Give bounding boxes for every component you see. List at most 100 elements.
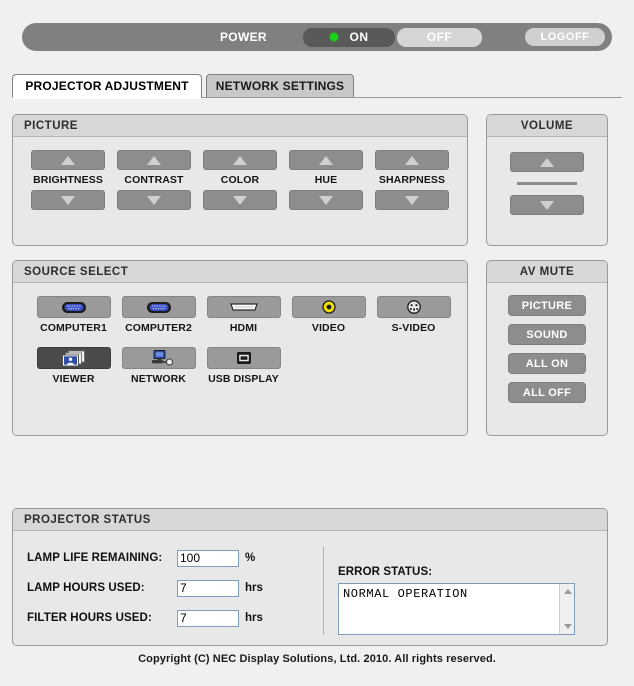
down-triangle-icon (405, 195, 419, 205)
scroll-up-button[interactable] (560, 584, 574, 599)
tab-active-mask (13, 97, 201, 99)
lamp-life-value[interactable] (177, 549, 239, 567)
brightness-down-button[interactable] (31, 190, 105, 210)
source-viewer-label: VIEWER (52, 373, 95, 385)
error-status-box[interactable]: NORMAL OPERATION (338, 583, 575, 635)
source-item-viewer: VIEWER (31, 347, 116, 385)
volume-panel-body (487, 137, 607, 215)
source-item-usb-display: USB DISPLAY (201, 347, 286, 385)
tab-network-settings[interactable]: NETWORK SETTINGS (206, 74, 354, 97)
projector-status-body: LAMP LIFE REMAINING: % LAMP HOURS USED: … (13, 531, 607, 645)
color-label: COLOR (220, 174, 260, 186)
error-status-scrollbar[interactable] (559, 584, 574, 634)
picture-panel: PICTURE BRIGHTNESS CONTRAST COLOR HUE SH… (12, 114, 468, 246)
picture-controls: BRIGHTNESS CONTRAST COLOR HUE SHARPNESS (13, 137, 467, 210)
color-down-button[interactable] (203, 190, 277, 210)
source-svideo-label: S-VIDEO (391, 322, 436, 334)
source-usb-display-label: USB DISPLAY (208, 373, 279, 385)
status-row-lamp-life: LAMP LIFE REMAINING: % (27, 543, 323, 573)
lamp-hours-label: LAMP HOURS USED: (27, 582, 145, 594)
volume-panel: VOLUME (486, 114, 608, 246)
projector-status-panel: PROJECTOR STATUS LAMP LIFE REMAINING: % … (12, 508, 608, 646)
scroll-up-arrow-icon (563, 589, 572, 594)
color-up-button[interactable] (203, 150, 277, 170)
down-triangle-icon (319, 195, 333, 205)
hue-up-button[interactable] (289, 150, 363, 170)
source-network-button[interactable] (121, 347, 196, 369)
power-off-button[interactable]: OFF (397, 27, 482, 47)
source-select-panel-title: SOURCE SELECT (13, 261, 467, 283)
status-row-filter-hours: FILTER HOURS USED: hrs (27, 603, 323, 633)
filter-hours-label: FILTER HOURS USED: (27, 612, 152, 624)
photo-stack-icon (61, 350, 85, 366)
source-computer1-button[interactable] (36, 296, 111, 318)
source-computer2-button[interactable] (121, 296, 196, 318)
copyright-footer: Copyright (C) NEC Display Solutions, Ltd… (138, 653, 496, 665)
down-triangle-icon (147, 195, 161, 205)
scroll-down-button[interactable] (560, 619, 574, 634)
status-row-lamp-hours: LAMP HOURS USED: hrs (27, 573, 323, 603)
up-triangle-icon (233, 155, 247, 165)
tab-bar: PROJECTOR ADJUSTMENT NETWORK SETTINGS (12, 74, 622, 99)
tab-projector-adjustment[interactable]: PROJECTOR ADJUSTMENT (12, 74, 202, 97)
up-triangle-icon (540, 157, 554, 167)
svideo-din-icon (406, 300, 421, 314)
volume-divider (517, 182, 577, 185)
sharpness-down-button[interactable] (375, 190, 449, 210)
down-triangle-icon (540, 200, 554, 210)
network-monitor-icon (151, 350, 173, 366)
error-status-label: ERROR STATUS: (338, 566, 433, 578)
logoff-button[interactable]: LOGOFF (525, 28, 605, 46)
sharpness-up-button[interactable] (375, 150, 449, 170)
error-status-text: NORMAL OPERATION (343, 587, 468, 601)
up-triangle-icon (61, 155, 75, 165)
source-viewer-button[interactable] (36, 347, 111, 369)
source-usb-display-button[interactable] (206, 347, 281, 369)
projector-status-title: PROJECTOR STATUS (13, 509, 607, 531)
source-video-label: VIDEO (311, 322, 346, 334)
scroll-down-arrow-icon (563, 624, 572, 629)
down-triangle-icon (233, 195, 247, 205)
picture-control-contrast: CONTRAST (117, 150, 191, 210)
contrast-up-button[interactable] (117, 150, 191, 170)
rca-composite-icon (321, 300, 336, 314)
status-values-column: LAMP LIFE REMAINING: % LAMP HOURS USED: … (13, 543, 323, 645)
volume-down-button[interactable] (510, 195, 584, 215)
source-computer2-label: COMPUTER2 (125, 322, 192, 334)
vga-connector-icon (61, 301, 86, 313)
power-on-button[interactable]: ON (303, 27, 395, 47)
hue-label: HUE (314, 174, 338, 186)
up-triangle-icon (405, 155, 419, 165)
volume-up-button[interactable] (510, 152, 584, 172)
source-item-video: VIDEO (286, 296, 371, 334)
source-video-button[interactable] (291, 296, 366, 318)
source-hdmi-button[interactable] (206, 296, 281, 318)
picture-panel-title: PICTURE (13, 115, 467, 137)
lamp-hours-value[interactable] (177, 579, 239, 597)
picture-panel-body: BRIGHTNESS CONTRAST COLOR HUE SHARPNESS (13, 137, 467, 210)
power-on-label: ON (349, 30, 369, 44)
av-mute-sound-button[interactable]: SOUND (508, 324, 586, 345)
contrast-down-button[interactable] (117, 190, 191, 210)
av-mute-all-on-button[interactable]: ALL ON (508, 353, 586, 374)
av-mute-all-off-button[interactable]: ALL OFF (508, 382, 586, 403)
brightness-up-button[interactable] (31, 150, 105, 170)
source-computer1-label: COMPUTER1 (40, 322, 107, 334)
source-svideo-button[interactable] (376, 296, 451, 318)
source-item-hdmi: HDMI (201, 296, 286, 334)
av-mute-picture-button[interactable]: PICTURE (508, 295, 586, 316)
av-mute-panel-title: AV MUTE (487, 261, 607, 283)
source-network-label: NETWORK (131, 373, 186, 385)
lamp-hours-unit: hrs (245, 582, 263, 594)
power-bar: POWER ON OFF LOGOFF (22, 23, 612, 51)
source-item-computer1: COMPUTER1 (31, 296, 116, 334)
brightness-label: BRIGHTNESS (33, 174, 103, 186)
hue-down-button[interactable] (289, 190, 363, 210)
source-row-1: COMPUTER1 COMPUTER2 HDMI VIDEO S-VIDEO (13, 283, 467, 334)
lamp-life-label: LAMP LIFE REMAINING: (27, 552, 163, 564)
contrast-label: CONTRAST (124, 174, 184, 186)
filter-hours-value[interactable] (177, 609, 239, 627)
volume-panel-title: VOLUME (487, 115, 607, 137)
up-triangle-icon (319, 155, 333, 165)
picture-control-sharpness: SHARPNESS (375, 150, 449, 210)
